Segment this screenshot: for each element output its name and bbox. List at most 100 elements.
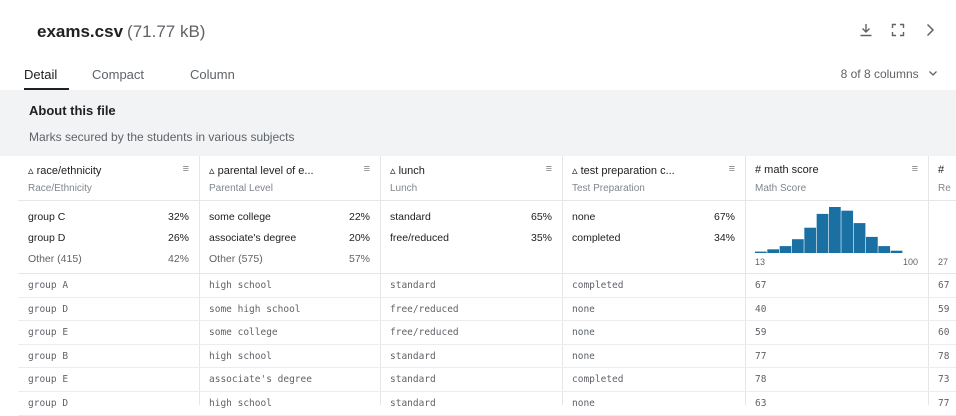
table-cell: none xyxy=(562,392,745,416)
stat-percent: 32% xyxy=(167,211,189,223)
cell-value: 78 xyxy=(938,350,950,362)
stat-row: completed 34% xyxy=(572,232,735,244)
stat-label: group C xyxy=(28,211,66,223)
table-cell: high school xyxy=(199,274,380,298)
about-description: Marks secured by the students in various… xyxy=(29,130,295,144)
cell-value: group A xyxy=(28,280,69,291)
column-summary: none 67% completed 34% xyxy=(562,201,745,274)
histogram-min: 13 xyxy=(755,257,766,267)
stat-percent: 65% xyxy=(530,211,552,223)
table-cell: 73 xyxy=(928,368,956,392)
stat-label: none xyxy=(572,211,596,223)
sort-icon[interactable]: ≡ xyxy=(912,163,918,175)
cell-value: completed xyxy=(572,374,624,386)
column-summary: group C 32% group D 26% Other (415) 42% xyxy=(18,201,199,274)
cell-value: 60 xyxy=(938,327,950,339)
cell-value: high school xyxy=(209,397,272,409)
about-section: About this file Marks secured by the stu… xyxy=(0,90,956,156)
cell-value: none xyxy=(572,350,595,362)
cell-value: 40 xyxy=(755,303,767,315)
column-header[interactable]: ▵ parental level of e... ≡ Parental Level xyxy=(199,156,380,201)
histogram-bar xyxy=(816,213,829,253)
table-cell: standard xyxy=(380,274,562,298)
table-cell: group D xyxy=(18,392,199,416)
table-cell: standard xyxy=(380,368,562,392)
sort-icon[interactable]: ≡ xyxy=(729,163,735,175)
table-column: ▵ race/ethnicity ≡ Race/Ethnicity group C 32… xyxy=(18,156,200,416)
histogram-bar xyxy=(890,250,903,253)
cell-value: standard xyxy=(390,374,436,386)
tab-column[interactable]: Column xyxy=(190,67,235,82)
column-header[interactable]: ▵ race/ethnicity ≡ Race/Ethnicity xyxy=(18,156,199,201)
column-subtitle: Test Preparation xyxy=(572,183,645,194)
table-cell: none xyxy=(562,321,745,345)
stat-label: group D xyxy=(28,232,66,244)
table-cell: standard xyxy=(380,345,562,369)
cell-value: some college xyxy=(209,327,278,339)
stat-row: free/reduced 35% xyxy=(390,232,552,244)
cell-value: standard xyxy=(390,350,436,362)
table-cell: associate's degree xyxy=(199,368,380,392)
chevron-right-icon[interactable] xyxy=(922,22,938,41)
table-cell: group B xyxy=(18,345,199,369)
histogram-bar xyxy=(878,246,891,253)
tab-detail[interactable]: Detail xyxy=(24,67,57,82)
table-cell: 59 xyxy=(745,321,928,345)
stat-percent: 35% xyxy=(530,232,552,244)
table-cell: free/reduced xyxy=(380,321,562,345)
stat-row: Other (415) 42% xyxy=(28,253,189,265)
table-cell: 77 xyxy=(928,392,956,416)
cell-value: none xyxy=(572,327,595,339)
cell-value: some high school xyxy=(209,303,301,315)
column-subtitle: Race/Ethnicity xyxy=(28,183,92,194)
column-header[interactable]: # math score ≡ Math Score xyxy=(745,156,928,201)
table-cell: some college xyxy=(199,321,380,345)
sort-icon[interactable]: ≡ xyxy=(364,163,370,175)
table-cell: group E xyxy=(18,321,199,345)
stat-row: Other (575) 57% xyxy=(209,253,370,265)
download-icon[interactable] xyxy=(858,22,874,41)
histogram-bar xyxy=(853,223,866,253)
table-cell: completed xyxy=(562,368,745,392)
table-cell: standard xyxy=(380,392,562,416)
cell-value: 59 xyxy=(938,303,950,315)
column-subtitle: Re xyxy=(938,183,951,194)
column-header[interactable]: ▵ test preparation c... ≡ Test Preparation xyxy=(562,156,745,201)
column-summary: 27 xyxy=(928,201,956,274)
stat-label: associate's degree xyxy=(209,232,297,244)
sort-icon[interactable]: ≡ xyxy=(546,163,552,175)
histogram-bar xyxy=(755,251,767,253)
stat-percent: 22% xyxy=(348,211,370,223)
sort-icon[interactable]: ≡ xyxy=(183,163,189,175)
table-cell: 78 xyxy=(745,368,928,392)
column-name: # xyxy=(938,164,945,176)
cell-value: 77 xyxy=(755,350,767,362)
chevron-down-icon xyxy=(929,71,937,76)
stat-label: free/reduced xyxy=(390,232,449,244)
column-name: ▵ lunch xyxy=(390,165,425,177)
column-selector[interactable]: 8 of 8 columns xyxy=(841,67,938,81)
table-column: # Re 27 67 59 60 78 73 77 xyxy=(928,156,956,416)
histogram-bar xyxy=(841,210,854,253)
file-header: exams.csv (71.77 kB) xyxy=(0,0,956,58)
stat-percent: 42% xyxy=(167,253,189,265)
cell-value: 63 xyxy=(755,397,767,409)
cell-value: high school xyxy=(209,350,272,362)
tab-compact[interactable]: Compact xyxy=(92,67,144,82)
column-header[interactable]: # Re xyxy=(928,156,956,201)
expand-icon[interactable] xyxy=(890,22,906,41)
file-name: exams.csv xyxy=(37,22,124,41)
cell-value: group D xyxy=(28,303,69,315)
table-column: # math score ≡ Math Score 13 100 67 40 59 77 78 63 xyxy=(745,156,929,416)
histogram-max: 100 xyxy=(902,257,918,267)
cell-value: 59 xyxy=(755,327,767,339)
column-name: ▵ race/ethnicity xyxy=(28,165,102,177)
histogram-min: 27 xyxy=(938,257,949,267)
file-size: (71.77 kB) xyxy=(127,22,206,41)
column-subtitle: Lunch xyxy=(390,183,418,194)
cell-value: group E xyxy=(28,327,69,339)
cell-value: group B xyxy=(28,350,69,362)
stat-row: group D 26% xyxy=(28,232,189,244)
table-cell: free/reduced xyxy=(380,298,562,322)
column-header[interactable]: ▵ lunch ≡ Lunch xyxy=(380,156,562,201)
